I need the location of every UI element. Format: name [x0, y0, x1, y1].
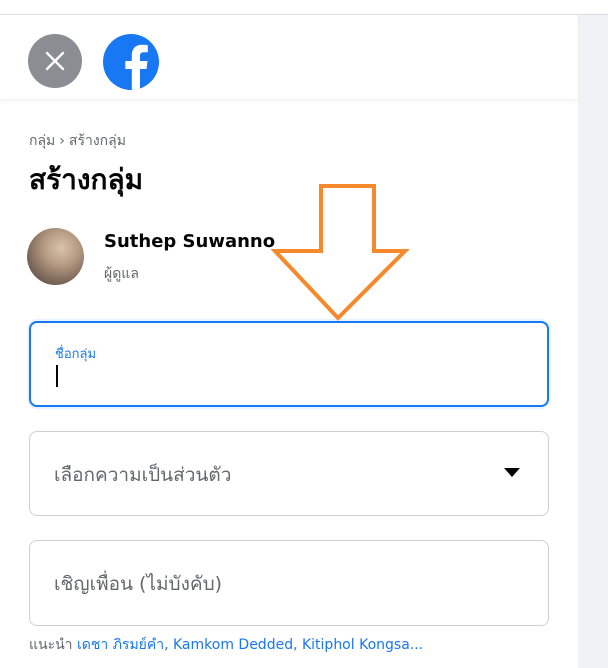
breadcrumb-separator: ›: [59, 133, 65, 149]
main-content-area: [578, 15, 608, 668]
friend-suggestions: แนะนำ เดชา ภิรมย์คำ, Kamkom Dedded, Kiti…: [29, 634, 423, 656]
avatar[interactable]: [27, 228, 84, 285]
admin-name[interactable]: Suthep Suwanno: [104, 231, 275, 252]
suggestions-prefix: แนะนำ: [29, 637, 73, 653]
admin-role: ผู้ดูแล: [104, 266, 139, 282]
invite-friends-input[interactable]: เชิญเพื่อน (ไม่บังคับ): [29, 540, 549, 626]
invite-friends-placeholder: เชิญเพื่อน (ไม่บังคับ): [54, 573, 223, 595]
sidebar-header: [0, 15, 578, 99]
facebook-logo-icon[interactable]: [103, 34, 159, 90]
text-cursor: [56, 365, 58, 387]
suggested-friends-links[interactable]: เดชา ภิรมย์คำ, Kamkom Dedded, Kitiphol K…: [77, 637, 423, 653]
privacy-select[interactable]: เลือกความเป็นส่วนตัว: [29, 431, 549, 516]
breadcrumb: กลุ่ม › สร้างกลุ่ม: [29, 130, 126, 152]
page-title: สร้างกลุ่ม: [29, 163, 144, 196]
group-name-input[interactable]: ชื่อกลุ่ม: [29, 321, 549, 407]
close-icon: [45, 51, 65, 71]
group-name-label: ชื่อกลุ่ม: [55, 347, 97, 362]
close-button[interactable]: [28, 34, 82, 88]
caret-down-icon: [504, 468, 520, 477]
privacy-select-placeholder: เลือกความเป็นส่วนตัว: [54, 464, 232, 486]
breadcrumb-groups-link[interactable]: กลุ่ม: [29, 133, 55, 149]
breadcrumb-current: สร้างกลุ่ม: [68, 133, 126, 149]
